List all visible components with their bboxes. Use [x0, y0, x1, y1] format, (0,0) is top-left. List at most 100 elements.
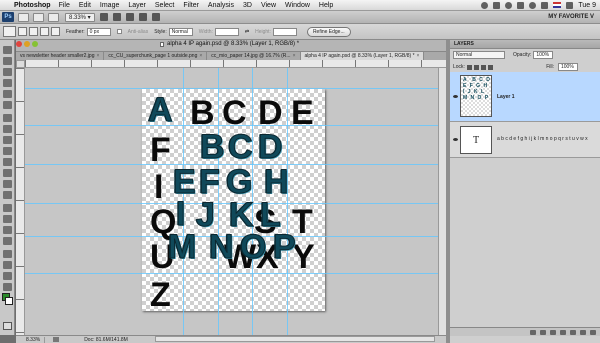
- marquee-tool-icon[interactable]: [3, 57, 12, 65]
- layer-mask-icon[interactable]: [550, 329, 556, 335]
- zoom-icon[interactable]: [112, 13, 121, 21]
- blur-tool-icon[interactable]: [3, 180, 12, 188]
- tab-mio-paper[interactable]: cc_mio_paper 14.jpg @ 16.7% (R... ×: [207, 52, 301, 60]
- close-window-icon[interactable]: [16, 41, 22, 47]
- time-machine-icon[interactable]: [505, 1, 513, 9]
- screen-mode-icon[interactable]: [151, 13, 160, 21]
- lock-transparency-icon[interactable]: [466, 64, 472, 70]
- volume-icon[interactable]: [541, 1, 549, 9]
- menu-view[interactable]: View: [261, 2, 276, 9]
- lasso-tool-icon[interactable]: [3, 68, 12, 76]
- zoom-level-select[interactable]: 8.33% ▾: [65, 12, 95, 22]
- layers-panel-title[interactable]: LAYERS: [450, 40, 600, 49]
- tab-alpha-4-ip-again[interactable]: alpha 4 IP again.psd @ 8.33% (Layer 1, R…: [300, 52, 425, 60]
- battery-icon[interactable]: [566, 1, 574, 9]
- move-tool-icon[interactable]: [3, 46, 12, 54]
- layer-thumbnail[interactable]: A B C D E F G H I J K L M N O P: [460, 75, 492, 117]
- status-doc-size[interactable]: Doc: 81.6M/141.8M: [84, 337, 128, 343]
- menu-help[interactable]: Help: [319, 2, 333, 9]
- 3d-orbit-tool-icon[interactable]: [3, 261, 12, 269]
- guide-vertical[interactable]: [287, 68, 288, 335]
- menu-3d[interactable]: 3D: [243, 2, 252, 9]
- zoom-tool-icon[interactable]: [3, 283, 12, 291]
- shape-tool-icon[interactable]: [3, 237, 12, 245]
- swap-dimensions-icon[interactable]: ⇄: [245, 29, 249, 35]
- 3d-rotate-tool-icon[interactable]: [3, 250, 12, 258]
- layer-style-icon[interactable]: [540, 329, 546, 335]
- menu-analysis[interactable]: Analysis: [208, 2, 234, 9]
- type-tool-icon[interactable]: [3, 215, 12, 223]
- pen-tool-icon[interactable]: [3, 204, 12, 212]
- guide-horizontal[interactable]: [25, 88, 446, 89]
- visibility-eye-icon[interactable]: [453, 95, 458, 98]
- adjustment-layer-icon[interactable]: [560, 329, 566, 335]
- close-tab-icon[interactable]: ×: [293, 52, 296, 60]
- zoom-window-icon[interactable]: [32, 41, 38, 47]
- width-input[interactable]: [214, 27, 239, 36]
- tab-superchunk[interactable]: cc_CU_superchunk_page 1 outside.png ×: [104, 52, 208, 60]
- opacity-input[interactable]: 100%: [533, 51, 554, 59]
- subtract-selection-icon[interactable]: [40, 27, 49, 36]
- layer-row-layer-1[interactable]: A B C D E F G H I J K L M N O P Layer 1: [450, 72, 600, 122]
- new-layer-icon[interactable]: [580, 329, 586, 335]
- hand-icon[interactable]: [99, 13, 108, 21]
- new-group-icon[interactable]: [570, 329, 576, 335]
- close-tab-icon[interactable]: ×: [199, 52, 202, 60]
- new-selection-icon[interactable]: [18, 27, 27, 36]
- close-tab-icon[interactable]: ×: [96, 52, 99, 60]
- menu-image[interactable]: Image: [100, 2, 119, 9]
- wifi-icon[interactable]: [529, 1, 537, 9]
- intersect-selection-icon[interactable]: [51, 27, 60, 36]
- brush-tool-icon[interactable]: [3, 125, 12, 133]
- horizontal-scrollbar[interactable]: [155, 336, 435, 342]
- menu-file[interactable]: File: [59, 2, 70, 9]
- guide-horizontal[interactable]: [25, 236, 446, 237]
- tab-newsletter-header[interactable]: vs newsletter header smaller2.jpg ×: [16, 52, 105, 60]
- crop-tool-icon[interactable]: [3, 90, 12, 98]
- flag-icon[interactable]: [553, 2, 562, 8]
- menu-edit[interactable]: Edit: [79, 2, 91, 9]
- background-color-swatch[interactable]: [5, 297, 13, 305]
- healing-brush-tool-icon[interactable]: [3, 114, 12, 122]
- feather-input[interactable]: 0 px: [86, 27, 111, 36]
- delete-layer-icon[interactable]: [590, 329, 596, 335]
- close-tab-icon[interactable]: ×: [417, 52, 420, 60]
- style-select[interactable]: Normal: [168, 27, 193, 36]
- eraser-tool-icon[interactable]: [3, 158, 12, 166]
- visibility-eye-icon[interactable]: [453, 138, 458, 141]
- dropbox-icon[interactable]: [481, 1, 489, 9]
- dodge-tool-icon[interactable]: [3, 191, 12, 199]
- hand-tool-icon[interactable]: [3, 272, 12, 280]
- workspace-switcher[interactable]: MY FAVORITE V: [548, 14, 594, 20]
- path-selection-tool-icon[interactable]: [3, 226, 12, 234]
- fill-input[interactable]: 100%: [558, 63, 578, 71]
- blend-mode-select[interactable]: Normal: [453, 51, 505, 59]
- history-brush-tool-icon[interactable]: [3, 147, 12, 155]
- add-selection-icon[interactable]: [29, 27, 38, 36]
- horizontal-ruler[interactable]: [25, 60, 446, 68]
- clone-stamp-tool-icon[interactable]: [3, 136, 12, 144]
- guide-vertical[interactable]: [218, 68, 219, 335]
- height-input[interactable]: [272, 27, 297, 36]
- mini-bridge-button[interactable]: [33, 12, 44, 22]
- ruler-origin[interactable]: [16, 60, 25, 68]
- bridge-button[interactable]: [18, 12, 29, 22]
- layer-name[interactable]: a b c d e f g h i j k l m n o p q r s t …: [497, 136, 588, 142]
- layer-name[interactable]: Layer 1: [497, 94, 515, 100]
- eyedropper-tool-icon[interactable]: [3, 101, 12, 109]
- arrange-documents-icon[interactable]: [138, 13, 147, 21]
- refine-edge-button[interactable]: Refine Edge...: [306, 26, 351, 37]
- view-extras-button[interactable]: [48, 12, 59, 22]
- link-layers-icon[interactable]: [530, 329, 536, 335]
- marquee-preset-icon[interactable]: [3, 26, 16, 37]
- bluetooth-icon[interactable]: [517, 1, 525, 9]
- menu-app-name[interactable]: Photoshop: [14, 2, 51, 9]
- rotate-view-icon[interactable]: [125, 13, 134, 21]
- menu-layer[interactable]: Layer: [128, 2, 146, 9]
- gear-icon[interactable]: [493, 1, 501, 9]
- quick-selection-tool-icon[interactable]: [3, 79, 12, 87]
- status-zoom[interactable]: 8.33%: [22, 336, 46, 343]
- menu-select[interactable]: Select: [155, 2, 174, 9]
- menu-window[interactable]: Window: [285, 2, 310, 9]
- layer-row-text[interactable]: T a b c d e f g h i j k l m n o p q r s …: [450, 122, 600, 158]
